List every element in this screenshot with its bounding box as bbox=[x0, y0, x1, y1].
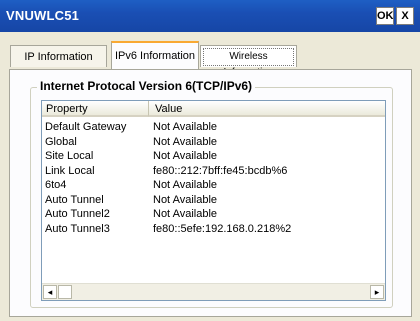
row-property: Auto Tunnel2 bbox=[45, 208, 110, 220]
row-property: Auto Tunnel bbox=[45, 193, 104, 206]
row-value: Not Available bbox=[153, 150, 218, 162]
scroll-left-icon[interactable]: ◂ bbox=[43, 285, 57, 299]
list-header: Property Value bbox=[42, 101, 385, 118]
scroll-thumb[interactable] bbox=[58, 285, 72, 299]
column-header-property[interactable]: Property bbox=[42, 101, 149, 117]
row-property: Global bbox=[45, 135, 77, 148]
row-property: 6to4 bbox=[45, 179, 67, 191]
table-row[interactable]: Auto Tunnel Not Available bbox=[42, 193, 385, 208]
groupbox-title: Internet Protocal Version 6(TCP/IPv6) bbox=[37, 79, 256, 93]
ipv6-tab-panel: Internet Protocal Version 6(TCP/IPv6) Pr… bbox=[9, 69, 412, 317]
window-title: VNUWLC51 bbox=[6, 8, 80, 23]
row-property: Auto Tunnel3 bbox=[45, 222, 110, 235]
horizontal-scrollbar[interactable]: ◂ ▸ bbox=[42, 283, 385, 300]
list-body: Default Gateway Not Available Global Not Av… bbox=[42, 120, 385, 236]
row-value: Not Available bbox=[153, 135, 218, 148]
row-value: fe80::212:7bff:fe45:bcdb%6 bbox=[153, 164, 288, 177]
row-property: Default Gateway bbox=[45, 121, 127, 133]
scroll-right-icon[interactable]: ▸ bbox=[370, 285, 384, 299]
tab-wireless-label: Wireless Information bbox=[203, 48, 294, 78]
table-row[interactable]: Default Gateway Not Available bbox=[42, 120, 385, 135]
row-value: Not Available bbox=[153, 208, 218, 220]
row-value: Not Available bbox=[153, 121, 218, 133]
dialog-client-area: IP Information IPv6 Information Wireless… bbox=[0, 32, 420, 321]
title-bar[interactable]: VNUWLC51 OK X bbox=[0, 0, 420, 32]
table-row[interactable]: Auto Tunnel3 fe80::5efe:192.168.0.218%2 bbox=[42, 222, 385, 237]
table-row[interactable]: Global Not Available bbox=[42, 135, 385, 150]
row-value: fe80::5efe:192.168.0.218%2 bbox=[153, 222, 292, 235]
tab-wireless-information[interactable]: Wireless Information bbox=[200, 45, 297, 78]
tab-ipv6-information[interactable]: IPv6 Information bbox=[111, 41, 199, 69]
ipv6-groupbox: Internet Protocal Version 6(TCP/IPv6) Pr… bbox=[30, 79, 393, 308]
column-header-value[interactable]: Value bbox=[149, 101, 385, 117]
close-button[interactable]: X bbox=[396, 7, 414, 25]
table-row[interactable]: Site Local Not Available bbox=[42, 149, 385, 164]
tab-ip-information[interactable]: IP Information bbox=[10, 45, 107, 67]
table-row[interactable]: 6to4 Not Available bbox=[42, 178, 385, 193]
row-value: Not Available bbox=[153, 193, 218, 206]
ok-button[interactable]: OK bbox=[376, 7, 394, 25]
ipv6-dialog-window: VNUWLC51 OK X IP Information IPv6 Inform… bbox=[0, 0, 420, 321]
row-property: Site Local bbox=[45, 150, 94, 162]
table-row[interactable]: Auto Tunnel2 Not Available bbox=[42, 207, 385, 222]
row-property: Link Local bbox=[45, 164, 95, 177]
row-value: Not Available bbox=[153, 179, 218, 191]
table-row[interactable]: Link Local fe80::212:7bff:fe45:bcdb%6 bbox=[42, 164, 385, 179]
tab-strip: IP Information IPv6 Information Wireless… bbox=[0, 41, 420, 78]
ipv6-property-list[interactable]: Property Value Default Gateway Not Availa… bbox=[41, 100, 386, 301]
